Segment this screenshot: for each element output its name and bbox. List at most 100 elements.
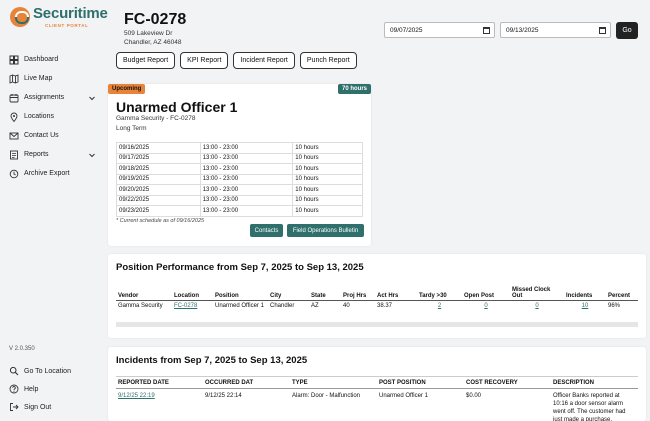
page-header: FC-0278 509 Lakeview Dr Chandler, AZ 460…	[104, 0, 650, 80]
incident-link[interactable]: 9/12/25 22:19	[118, 393, 155, 399]
column-header: Open Post	[462, 283, 510, 301]
table-cell: 9/12/25 22:19	[116, 389, 203, 421]
schedule-row: 09/16/2025 13:00 - 23:00 10 hours	[116, 142, 363, 154]
schedule-date: 09/17/2025	[116, 152, 201, 164]
chevron-down-icon[interactable]	[88, 94, 96, 102]
date-to-input[interactable]: 09/13/2025	[500, 22, 611, 38]
schedule-row: 09/19/2025 13:00 - 23:00 10 hours	[116, 173, 363, 185]
cell-value: 9/12/25 22:14	[205, 393, 242, 399]
table-cell: 96%	[606, 300, 638, 316]
contacts-button[interactable]: Contacts	[250, 224, 283, 237]
status-badge: Upcoming	[108, 84, 146, 94]
table-cell: 40	[341, 300, 375, 316]
field-operations-bulletin-button[interactable]: Field Operations Bulletin	[287, 224, 364, 237]
reports-icon	[9, 150, 19, 160]
schedule-time: 13:00 - 23:00	[199, 173, 294, 185]
kpi-report-button[interactable]: KPI Report	[180, 52, 229, 69]
performance-table: Vendor Location Position City State Proj Hrs A…	[116, 283, 638, 316]
performance-title: Position Performance from Sep 7, 2025 to…	[116, 262, 364, 273]
schedule-hours: 10 hours	[292, 163, 363, 175]
column-header: City	[268, 283, 309, 301]
calendar-icon[interactable]	[599, 27, 606, 34]
column-header: TYPE	[290, 376, 377, 389]
sidebar-item-sign-out[interactable]: Sign Out	[0, 398, 104, 416]
cell-value: Unarmed Officer 1	[379, 393, 428, 399]
cell-link[interactable]: 0	[535, 303, 538, 309]
table-row: 9/12/25 22:19 9/12/25 22:14 Alarm: Door - …	[116, 389, 638, 421]
table-cell: Unarmed Officer 1	[213, 300, 268, 316]
sidebar-item-help[interactable]: Help	[0, 380, 104, 398]
sidebar-item-label: Sign Out	[24, 403, 52, 411]
sidebar-item-archive-export[interactable]: Archive Export	[0, 164, 104, 183]
history-icon	[9, 169, 19, 179]
table-cell: $0.00	[464, 389, 551, 421]
sidebar-item-live-map[interactable]: Live Map	[0, 69, 104, 88]
sidebar-item-dashboard[interactable]: Dashboard	[0, 50, 104, 69]
sidebar-item-go-to-location[interactable]: Go To Location	[0, 362, 104, 380]
position-performance-card: Position Performance from Sep 7, 2025 to…	[108, 254, 646, 338]
cell-link[interactable]: FC-0278	[174, 303, 197, 309]
horizontal-scrollbar[interactable]	[116, 322, 638, 327]
schedule-date: 09/18/2025	[116, 163, 201, 175]
logo-icon	[10, 7, 30, 27]
table-cell: 10	[564, 300, 606, 316]
cell-link[interactable]: 2	[438, 303, 441, 309]
column-header: Missed Clock Out	[510, 283, 564, 301]
sign-out-icon	[9, 402, 19, 412]
budget-report-button[interactable]: Budget Report	[116, 52, 176, 69]
sidebar-item-assignments[interactable]: Assignments	[0, 88, 104, 107]
punch-report-button[interactable]: Punch Report	[299, 52, 357, 69]
table-cell: Unarmed Officer 1	[377, 389, 464, 421]
chevron-down-icon[interactable]	[88, 151, 96, 159]
assignments-icon	[9, 93, 19, 103]
schedule-date: 09/19/2025	[116, 173, 201, 185]
column-header: REPORTED DATE	[116, 376, 203, 389]
schedule-row: 09/18/2025 13:00 - 23:00 10 hours	[116, 163, 363, 175]
cell-value: 40	[343, 302, 350, 309]
date-from-input[interactable]: 09/07/2025	[384, 22, 495, 38]
column-header: DESCRIPTION	[551, 376, 638, 389]
dashboard-icon	[9, 55, 19, 65]
sidebar-item-label: Contact Us	[24, 132, 59, 139]
schedule-row: 09/22/2025 13:00 - 23:00 10 hours	[116, 194, 363, 206]
sidebar-nav: Dashboard Live Map Assignments Locations…	[0, 50, 104, 183]
cell-value: Officer Banks reported at 10:16 a door s…	[553, 393, 626, 421]
sidebar-item-reports[interactable]: Reports	[0, 145, 104, 164]
brand-sub: CLIENT PORTAL	[45, 23, 89, 28]
table-row: Gamma Security FC-0278 Unarmed Officer 1 Ch…	[116, 300, 638, 316]
sidebar: Securitime CLIENT PORTAL Dashboard Live …	[0, 0, 108, 421]
address-line-2: Chandler, AZ 46048	[124, 39, 182, 46]
calendar-icon[interactable]	[483, 27, 490, 34]
help-icon	[9, 384, 19, 394]
schedule-date: 09/20/2025	[116, 184, 201, 196]
cell-value: $0.00	[466, 393, 482, 399]
schedule-date: 09/22/2025	[116, 194, 201, 206]
go-button[interactable]: Go	[616, 22, 638, 39]
schedule-row: 09/20/2025 13:00 - 23:00 10 hours	[116, 184, 363, 196]
cell-link[interactable]: 10	[582, 303, 589, 309]
schedule-time: 13:00 - 23:00	[199, 205, 294, 217]
table-cell: Alarm: Door - Malfunction	[290, 389, 377, 421]
schedule-hours: 10 hours	[292, 184, 363, 196]
schedule-row: 09/17/2025 13:00 - 23:00 10 hours	[116, 152, 363, 164]
sidebar-item-label: Archive Export	[24, 170, 70, 177]
cell-value: Chandler	[270, 302, 295, 309]
sidebar-item-label: Assignments	[24, 94, 65, 101]
sidebar-item-locations[interactable]: Locations	[0, 107, 104, 126]
column-header: Tardy >30	[417, 283, 462, 301]
page-title: FC-0278	[124, 11, 187, 28]
cell-value: AZ	[311, 302, 319, 309]
table-cell: 2	[417, 300, 462, 316]
column-header: Vendor	[116, 283, 172, 301]
column-header: Proj Hrs	[341, 283, 375, 301]
sidebar-item-contact-us[interactable]: Contact Us	[0, 126, 104, 145]
cell-value: Gamma Security	[118, 302, 163, 309]
sidebar-item-label: Locations	[24, 113, 54, 120]
schedule-table: 09/16/2025 13:00 - 23:00 10 hours 09/17/202…	[116, 142, 363, 217]
cell-link[interactable]: 0	[484, 303, 487, 309]
brand-logo[interactable]: Securitime CLIENT PORTAL	[10, 6, 108, 28]
incidents-table: REPORTED DATE OCCURRED DAT TYPE POST POSITI…	[116, 376, 638, 421]
table-cell: Chandler	[268, 300, 309, 316]
incident-report-button[interactable]: Incident Report	[233, 52, 295, 69]
sidebar-item-label: Go To Location	[24, 367, 71, 375]
